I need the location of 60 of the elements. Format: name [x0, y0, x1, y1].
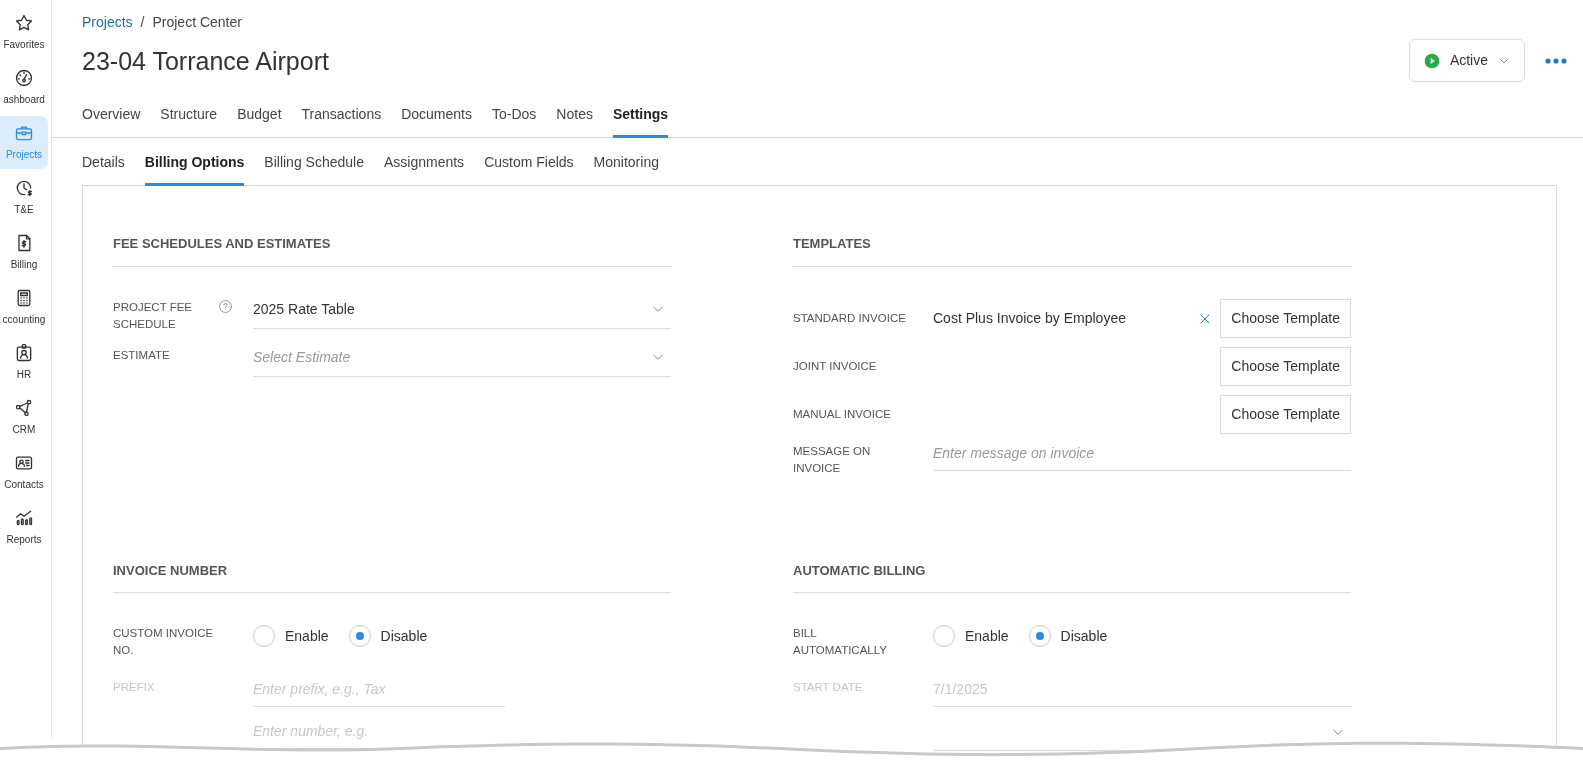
- field-label: BILL AUTOMATICALLY: [793, 626, 888, 658]
- section-heading: INVOICE NUMBER: [113, 560, 671, 593]
- page-title: 23-04 Torrance Airport: [82, 45, 329, 76]
- gauge-icon: [14, 68, 34, 88]
- field-label: ESTIMATE: [113, 347, 170, 363]
- sidebar-item[interactable]: Favorites: [0, 6, 48, 59]
- radio-option[interactable]: Enable: [253, 625, 329, 647]
- choose-template-button[interactable]: Choose Template: [1220, 346, 1351, 386]
- sidebar-item[interactable]: T&E: [0, 171, 48, 224]
- id-badge-icon: [14, 343, 34, 363]
- subtab[interactable]: Custom Fields: [484, 144, 574, 186]
- section-heading: AUTOMATIC BILLING: [793, 560, 1351, 593]
- close-icon: [1198, 311, 1213, 326]
- breadcrumb-separator: /: [140, 13, 145, 32]
- breadcrumb-current: Project Center: [152, 13, 242, 32]
- tab[interactable]: To-Dos: [492, 96, 537, 138]
- radio-option[interactable]: Disable: [348, 625, 428, 647]
- sidebar-item[interactable]: Reports: [0, 501, 48, 554]
- field-label: CUSTOM INVOICE NO.: [113, 626, 215, 658]
- select-field[interactable]: 2025 Rate Table: [253, 298, 671, 329]
- play-circle-icon: [1423, 52, 1440, 69]
- tab[interactable]: Overview: [82, 96, 141, 138]
- template-name: Cost Plus Invoice by Employee: [933, 308, 1127, 328]
- sidebar-item[interactable]: Contacts: [0, 446, 48, 499]
- field-label: PREFIX: [113, 680, 155, 695]
- network-icon: [14, 398, 34, 418]
- field-label: START DATE: [793, 680, 863, 695]
- sidebar-item[interactable]: HR: [0, 336, 48, 389]
- subtab[interactable]: Assignments: [383, 144, 465, 186]
- radio-option[interactable]: Enable: [933, 625, 1009, 647]
- choose-template-button[interactable]: Choose Template: [1220, 394, 1351, 434]
- tab[interactable]: Settings: [612, 96, 669, 138]
- tab[interactable]: Structure: [160, 96, 218, 138]
- subtab[interactable]: Details: [82, 144, 125, 186]
- tab[interactable]: Transactions: [301, 96, 382, 138]
- star-icon: [14, 13, 34, 33]
- subtab[interactable]: Monitoring: [593, 144, 659, 186]
- sidebar-item[interactable]: Billing: [0, 226, 48, 279]
- field-label: STANDARD INVOICE: [793, 310, 906, 326]
- field-label: MESSAGE ON INVOICE: [793, 443, 872, 476]
- chart-icon: [14, 508, 34, 528]
- radio-option[interactable]: Disable: [1028, 625, 1108, 647]
- section-heading: FEE SCHEDULES AND ESTIMATES: [113, 234, 671, 267]
- subtab[interactable]: Billing Schedule: [264, 144, 364, 186]
- field-label: MANUAL INVOICE: [793, 406, 891, 422]
- ellipsis-icon: [1545, 58, 1567, 65]
- sidebar-item[interactable]: ashboard: [0, 61, 48, 114]
- subtab[interactable]: Billing Options: [144, 144, 245, 186]
- sidebar-item[interactable]: CRM: [0, 391, 48, 444]
- field-label: PROJECT FEE SCHEDULE: [113, 299, 194, 332]
- field-label: JOINT INVOICE: [793, 358, 877, 374]
- sidebar-item[interactable]: ccounting: [0, 281, 48, 334]
- breadcrumb-link[interactable]: Projects: [82, 12, 133, 33]
- tab[interactable]: Notes: [556, 96, 593, 138]
- choose-template-button[interactable]: Choose Template: [1220, 298, 1351, 338]
- status-dropdown[interactable]: Active: [1408, 39, 1525, 82]
- section-heading: TEMPLATES: [793, 234, 1351, 267]
- clock-icon: [14, 178, 34, 198]
- tab[interactable]: Documents: [401, 96, 472, 138]
- tab[interactable]: Budget: [237, 96, 282, 138]
